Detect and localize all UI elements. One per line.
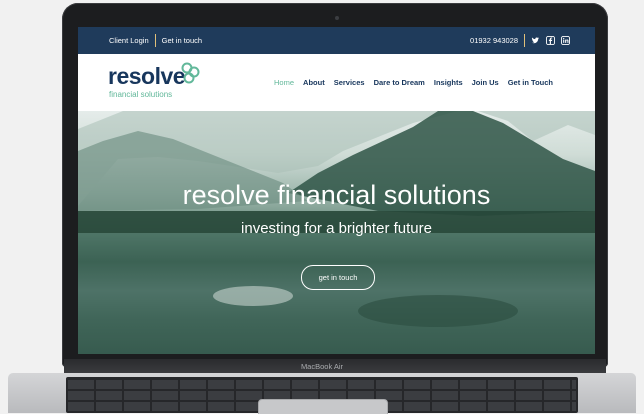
divider bbox=[524, 34, 525, 47]
device-label: MacBook Air bbox=[300, 362, 344, 371]
website-screen: Client Login Get in touch 01932 943028 r… bbox=[78, 27, 595, 354]
nav-join-us[interactable]: Join Us bbox=[472, 78, 499, 87]
utility-bar: Client Login Get in touch 01932 943028 bbox=[78, 27, 595, 54]
client-login-link[interactable]: Client Login bbox=[109, 36, 149, 45]
logo-wordmark[interactable]: resolve bbox=[108, 63, 186, 89]
nav-home[interactable]: Home bbox=[274, 78, 294, 87]
nav-get-in-touch[interactable]: Get in Touch bbox=[508, 78, 553, 87]
phone-number[interactable]: 01932 943028 bbox=[470, 36, 518, 45]
logo-mark-icon[interactable] bbox=[178, 62, 204, 86]
nav-dare-to-dream[interactable]: Dare to Dream bbox=[374, 78, 425, 87]
nav-services[interactable]: Services bbox=[334, 78, 365, 87]
hero-title: resolve financial solutions bbox=[182, 180, 491, 210]
trackpad bbox=[258, 399, 388, 414]
divider bbox=[154, 34, 156, 47]
linkedin-icon[interactable] bbox=[561, 36, 570, 45]
logo-tagline: financial solutions bbox=[109, 90, 173, 99]
get-in-touch-link[interactable]: Get in touch bbox=[162, 36, 202, 45]
twitter-icon[interactable] bbox=[531, 36, 540, 45]
get-in-touch-button[interactable]: get in touch bbox=[301, 265, 375, 290]
nav-about[interactable]: About bbox=[303, 78, 325, 87]
nav-insights[interactable]: Insights bbox=[434, 78, 463, 87]
facebook-icon[interactable] bbox=[546, 36, 555, 45]
hero-subtitle: investing for a brighter future bbox=[241, 220, 432, 237]
hero-banner: resolve financial solutions investing fo… bbox=[78, 111, 595, 354]
camera-icon bbox=[335, 16, 339, 20]
main-navigation: Home About Services Dare to Dream Insigh… bbox=[274, 78, 553, 87]
key-row bbox=[68, 380, 576, 389]
